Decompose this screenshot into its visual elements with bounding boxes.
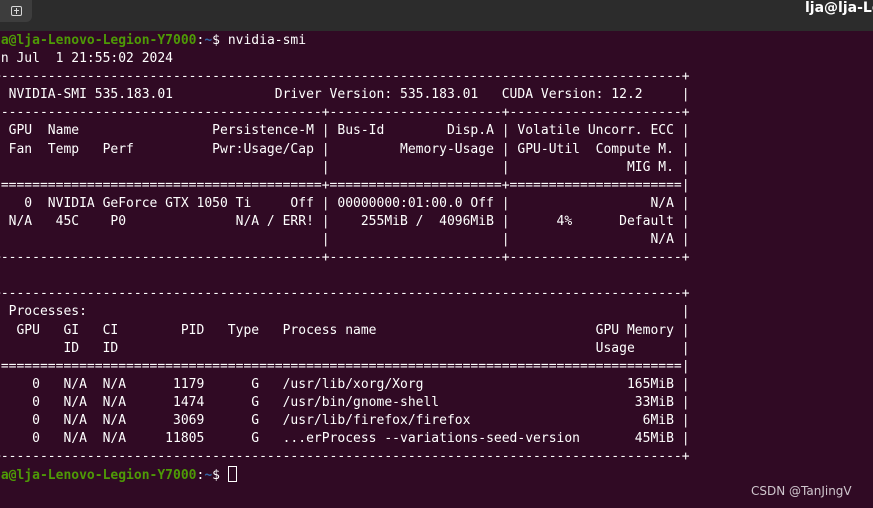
command-text: nvidia-smi bbox=[227, 33, 307, 48]
prompt-symbol: $ bbox=[212, 33, 228, 48]
output-line: +---------------------------------------… bbox=[0, 250, 690, 266]
output-line: on Jul 1 21:55:02 2024 bbox=[0, 51, 174, 67]
output-line: +---------------------------------------… bbox=[0, 449, 690, 465]
output-line: | NVIDIA-SMI 535.183.01 Driver Version: … bbox=[0, 87, 690, 103]
output-line: +---------------------------------------… bbox=[0, 286, 690, 302]
output-line: | | | MIG M. | bbox=[0, 159, 690, 175]
new-tab-button[interactable] bbox=[0, 0, 32, 22]
text-cursor bbox=[227, 466, 237, 482]
window-title: lja@lja-Le bbox=[805, 0, 873, 16]
prompt-symbol: $ bbox=[212, 468, 228, 482]
output-line: |=======================================… bbox=[0, 358, 690, 374]
new-tab-icon bbox=[10, 6, 22, 16]
output-line: | 0 NVIDIA GeForce GTX 1050 Ti Off | 000… bbox=[0, 195, 690, 211]
output-line: |=======================================… bbox=[0, 177, 690, 193]
prompt-path: ~ bbox=[204, 33, 213, 48]
prompt-line: ja@lja-Lenovo-Legion-Y7000:~$ nvidia-smi bbox=[0, 32, 873, 50]
output-line: | Processes: | bbox=[0, 304, 690, 320]
watermark: CSDN @TanJingV bbox=[751, 484, 852, 498]
output-line: +---------------------------------------… bbox=[0, 69, 690, 85]
prompt-path: ~ bbox=[204, 468, 213, 482]
prompt-line-active[interactable]: ja@lja-Lenovo-Legion-Y7000:~$ bbox=[0, 466, 873, 482]
prompt-user-host: ja@lja-Lenovo-Legion-Y7000 bbox=[0, 468, 197, 482]
title-bar: lja@lja-Le bbox=[0, 0, 873, 31]
output-line: | 0 N/A N/A 1179 G /usr/lib/xorg/Xorg 16… bbox=[0, 376, 690, 392]
output-line: | GPU GI CI PID Type Process name GPU Me… bbox=[0, 322, 690, 338]
output-line: | GPU Name Persistence-M | Bus-Id Disp.A… bbox=[0, 123, 690, 139]
output-line: | | | N/A | bbox=[0, 232, 690, 248]
output-line: | 0 N/A N/A 11805 G ...erProcess --varia… bbox=[0, 431, 690, 447]
prompt-user-host: ja@lja-Lenovo-Legion-Y7000 bbox=[0, 33, 197, 48]
output-line: |---------------------------------------… bbox=[0, 105, 690, 121]
output-line: | 0 N/A N/A 3069 G /usr/lib/firefox/fire… bbox=[0, 412, 690, 428]
output-line: | Fan Temp Perf Pwr:Usage/Cap | Memory-U… bbox=[0, 141, 690, 157]
output-line: | N/A 45C P0 N/A / ERR! | 255MiB / 4096M… bbox=[0, 213, 690, 229]
command-output: on Jul 1 21:55:02 2024 +-----------------… bbox=[0, 50, 873, 466]
output-line: | 0 N/A N/A 1474 G /usr/bin/gnome-shell … bbox=[0, 394, 690, 410]
output-line: | ID ID Usage | bbox=[0, 340, 690, 356]
terminal-output[interactable]: ja@lja-Lenovo-Legion-Y7000:~$ nvidia-smi… bbox=[0, 32, 873, 482]
